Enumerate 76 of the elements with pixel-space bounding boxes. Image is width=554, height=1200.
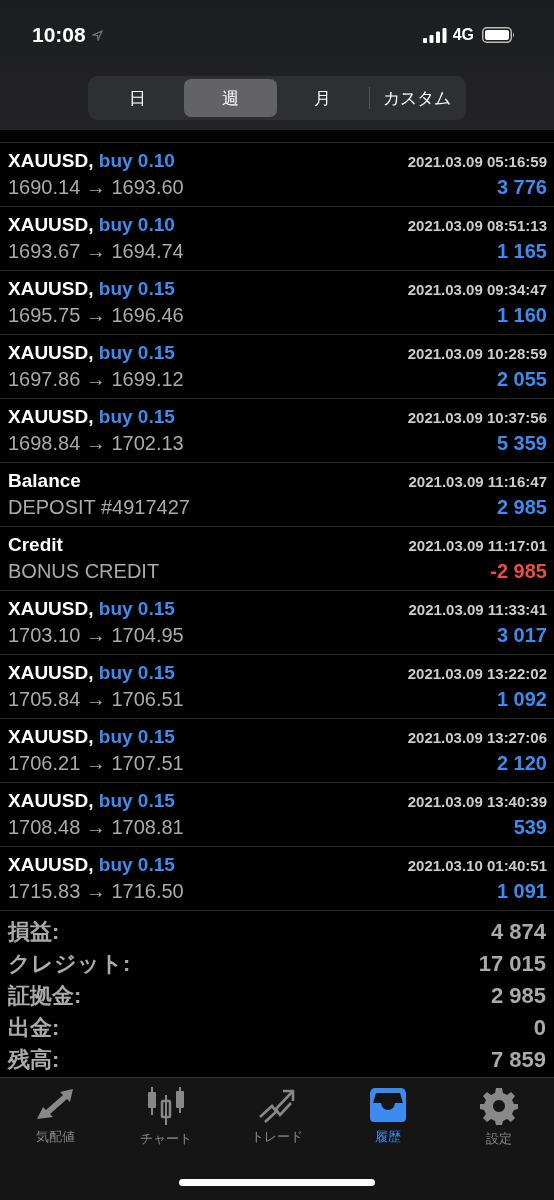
deal-profit: 2 120 — [496, 752, 547, 775]
deal-title: XAUUSD, buy 0.15 — [8, 342, 175, 364]
period-tab[interactable]: 週 — [183, 79, 277, 117]
period-tab[interactable]: 日 — [91, 79, 184, 117]
deal-title: XAUUSD, buy 0.10 — [8, 214, 175, 236]
deal-time: 2021.03.09 08:51:13 — [407, 217, 547, 234]
tab-bar-item[interactable]: 気配値 — [10, 1086, 101, 1149]
deal-profit: 1 165 — [496, 240, 547, 263]
deal-time: 2021.03.09 05:16:59 — [407, 153, 547, 170]
deal-title: XAUUSD, buy 0.15 — [8, 406, 175, 428]
deal-profit: 539 — [513, 816, 547, 839]
candlestick-icon — [146, 1087, 187, 1125]
deal-time: 2021.03.09 11:33:41 — [408, 601, 547, 618]
period-tab[interactable]: 月 — [276, 79, 370, 117]
deal-time: 2021.03.10 01:40:51 — [407, 857, 547, 874]
deal-title: Balance — [8, 470, 81, 492]
settings-icon — [479, 1087, 518, 1125]
summary-value: 17 015 — [478, 951, 546, 977]
deal-title: XAUUSD, buy 0.15 — [8, 278, 175, 300]
tab-bar-item[interactable]: 履歴 — [342, 1086, 433, 1149]
deal-profit: 3 776 — [496, 176, 547, 199]
price-range: 1705.84 → 1706.51 — [8, 688, 184, 711]
deal-title: XAUUSD, buy 0.15 — [8, 662, 175, 684]
deal-profit: 1 091 — [496, 880, 547, 903]
deal-title: Credit — [8, 534, 63, 556]
deal-time: 2021.03.09 13:27:06 — [407, 729, 547, 746]
deal-profit: 2 985 — [496, 496, 547, 519]
deal-profit: 3 017 — [496, 624, 547, 647]
deal-time: 2021.03.09 10:28:59 — [407, 345, 547, 362]
price-range: 1697.86 → 1699.12 — [8, 368, 184, 391]
tab-bar-item[interactable]: チャート — [121, 1086, 212, 1149]
price-range: 1690.14 → 1693.60 — [8, 176, 184, 199]
deal-time: 2021.03.09 09:34:47 — [407, 281, 547, 298]
location-arrow-icon — [91, 29, 103, 41]
price-range: 1693.67 → 1694.74 — [8, 240, 184, 263]
deal-time: 2021.03.09 11:16:47 — [408, 473, 547, 490]
deal-title: XAUUSD, buy 0.10 — [8, 150, 175, 172]
summary-label: 出金: — [8, 1014, 60, 1042]
price-range: 1715.83 → 1716.50 — [8, 880, 184, 903]
price-range: 1698.84 → 1702.13 — [8, 432, 184, 455]
signal-icon — [422, 27, 447, 43]
deal-time: 2021.03.09 13:40:39 — [407, 793, 547, 810]
network-type: 4G — [452, 26, 474, 44]
summary-label: クレジット: — [8, 950, 131, 978]
deal-time: 2021.03.09 11:17:01 — [408, 537, 547, 554]
deal-title: XAUUSD, buy 0.15 — [8, 598, 175, 620]
inbox-icon — [368, 1087, 407, 1123]
summary-value: 0 — [533, 1015, 546, 1041]
period-tab[interactable]: カスタム — [370, 79, 463, 117]
summary-value: 2 985 — [490, 983, 546, 1009]
summary-label: 損益: — [8, 918, 60, 946]
deal-profit: 2 055 — [496, 368, 547, 391]
deal-profit: 1 160 — [496, 304, 547, 327]
price-range: 1708.48 → 1708.81 — [8, 816, 184, 839]
summary-value: 4 874 — [490, 919, 546, 945]
battery-icon — [482, 27, 516, 43]
trend-arrow-icon — [257, 1087, 297, 1123]
deal-title: XAUUSD, buy 0.15 — [8, 790, 175, 812]
summary-label: 証拠金: — [8, 982, 82, 1010]
summary-label: 残高: — [8, 1046, 60, 1074]
tab-bar-item[interactable]: 設定 — [453, 1086, 544, 1149]
deal-profit: -2 985 — [490, 560, 547, 583]
deal-comment: DEPOSIT #4917427 — [8, 496, 190, 519]
status-time: 10:08 — [32, 23, 86, 47]
deal-comment: BONUS CREDIT — [8, 560, 160, 583]
deal-time: 2021.03.09 10:37:56 — [407, 409, 547, 426]
deal-time: 2021.03.09 13:22:02 — [407, 665, 547, 682]
price-range: 1695.75 → 1696.46 — [8, 304, 184, 327]
summary-value: 7 859 — [490, 1047, 546, 1073]
price-range: 1706.21 → 1707.51 — [8, 752, 184, 775]
price-range: 1703.10 → 1704.95 — [8, 624, 184, 647]
tab-bar-item[interactable]: トレード — [232, 1086, 322, 1149]
deal-profit: 5 359 — [496, 432, 547, 455]
deal-title: XAUUSD, buy 0.15 — [8, 726, 175, 748]
deal-profit: 1 092 — [496, 688, 547, 711]
deal-title: XAUUSD, buy 0.15 — [8, 854, 175, 876]
